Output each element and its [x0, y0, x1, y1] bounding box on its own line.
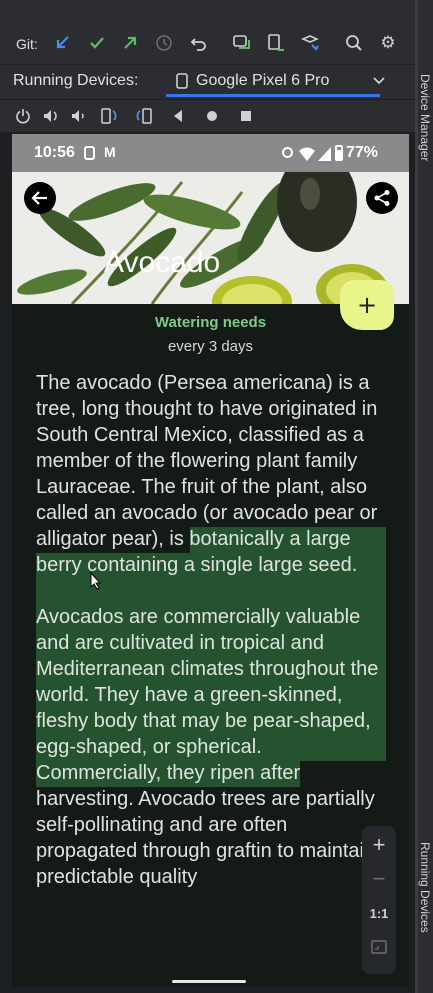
commit-check-icon[interactable] — [86, 32, 108, 54]
zoom-out-button[interactable]: − — [362, 866, 396, 892]
gesture-nav-pill[interactable] — [172, 980, 246, 983]
undo-icon[interactable] — [188, 32, 210, 54]
watering-needs-value: every 3 days — [167, 338, 254, 355]
gmail-icon: M — [104, 144, 116, 160]
device-install-icon[interactable] — [265, 32, 287, 54]
home-icon[interactable] — [202, 106, 222, 126]
plant-title: Avocado — [104, 246, 221, 279]
volume-up-icon[interactable] — [41, 106, 61, 126]
dnd-icon — [282, 147, 293, 158]
device-tab-label: Google Pixel 6 Pro — [196, 72, 330, 89]
running-devices-side-tab[interactable]: Running Devices — [418, 842, 432, 933]
device-manager-tab[interactable]: Device Manager — [418, 74, 432, 161]
settings-gear-icon[interactable]: ⚙ — [377, 32, 399, 54]
phone-device-icon — [176, 73, 188, 93]
git-label: Git: — [16, 36, 38, 52]
device-screen[interactable]: 10:56 M 77% Avocado + Watering needs eve… — [12, 134, 409, 986]
share-icon — [374, 190, 390, 206]
zoom-in-button[interactable]: + — [362, 832, 396, 858]
running-devices-label: Running Devices: — [13, 72, 139, 89]
update-project-icon[interactable] — [52, 32, 74, 54]
volume-down-icon[interactable] — [69, 106, 89, 126]
rotate-left-icon[interactable] — [99, 106, 119, 126]
back-icon[interactable] — [168, 106, 188, 126]
watering-needs-title: Watering needs — [154, 314, 267, 331]
sync-devices-icon[interactable] — [231, 32, 253, 54]
share-button[interactable] — [366, 182, 398, 214]
stack-icon[interactable] — [299, 32, 321, 54]
rotate-right-icon[interactable] — [134, 106, 154, 126]
push-arrow-icon[interactable] — [119, 32, 141, 54]
power-icon[interactable] — [13, 106, 33, 126]
actual-size-button[interactable]: 1:1 — [362, 906, 396, 921]
battery-percent: 77% — [346, 144, 379, 161]
back-button[interactable] — [24, 182, 56, 214]
tab-active-indicator — [166, 94, 380, 97]
plant-description[interactable]: The avocado (Persea americana) is a tree… — [36, 370, 392, 890]
mouse-cursor-icon — [90, 571, 102, 594]
status-time: 10:56 — [34, 144, 75, 161]
arrow-back-icon — [31, 191, 47, 205]
fit-screen-icon[interactable] — [371, 939, 387, 958]
search-icon[interactable] — [343, 32, 365, 54]
history-clock-icon[interactable] — [153, 32, 175, 54]
signal-icon — [318, 146, 331, 165]
chevron-down-icon[interactable] — [372, 73, 386, 92]
battery-icon — [335, 145, 343, 161]
panel-divider — [415, 0, 418, 993]
wifi-icon — [299, 146, 315, 165]
notification-icon — [84, 146, 95, 160]
overview-icon[interactable] — [236, 106, 256, 126]
